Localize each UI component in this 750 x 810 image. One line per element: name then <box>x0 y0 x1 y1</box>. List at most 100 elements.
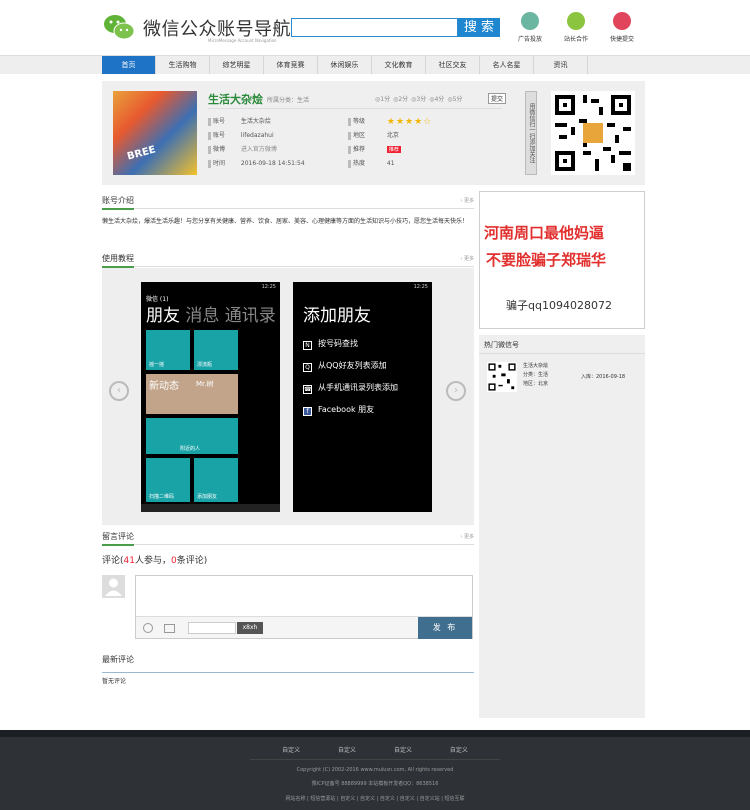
rating-option-3[interactable]: ◎3分 <box>411 94 426 103</box>
footer-link-1[interactable]: 自定义 <box>282 747 300 754</box>
hot-account-category: 分类：生活 <box>523 372 549 378</box>
rating-option-4[interactable]: ◎4分 <box>429 94 444 103</box>
next-arrow-icon[interactable]: › <box>446 381 466 401</box>
footer-link-3[interactable]: 自定义 <box>394 747 412 754</box>
tile-shake: 摇一摇 <box>146 330 190 370</box>
hot-accounts-panel: 热门微信号 生活大杂烩 分类：生活 地区：北京 入库：2016-09-18 <box>479 335 645 718</box>
tile-bottle: 漂流瓶 <box>194 330 238 370</box>
hot-divider <box>479 353 645 354</box>
option-facebook: f Facebook 朋友 <box>303 404 374 416</box>
header: 微信公众账号导航 MicroMessage Account Navigation… <box>0 0 750 55</box>
wechat-id-row: 账号 lifedazahui <box>208 130 274 140</box>
tutorial-header: 使用教程 › 更多 <box>102 253 474 268</box>
phone-screenshot-add-friend: 12:25 添加朋友 N 按号码查找 Q 从QQ好友列表添加 ☎ 从手机通讯录列表添加… <box>293 282 432 512</box>
search-button[interactable]: 搜 索 <box>458 18 500 37</box>
ad-placement-link[interactable]: 广告投放 <box>510 12 550 43</box>
phone1-status-time: 12:25 <box>261 284 276 290</box>
publish-button[interactable]: 发 布 <box>418 617 472 639</box>
rating-option-2[interactable]: ◎2分 <box>393 94 408 103</box>
ad-banner[interactable]: 河南周口最他妈逼 不要脸骗子郑瑞华 骗子qq1094028072 <box>479 191 645 329</box>
nav-item-variety-stars[interactable]: 综艺明星 <box>210 56 264 74</box>
nav-item-sports[interactable]: 体育竞赛 <box>264 56 318 74</box>
rate-submit-button[interactable]: 提交 <box>488 93 507 104</box>
nav-item-celebrities[interactable]: 名人名星 <box>480 56 534 74</box>
participant-count: 41 <box>123 556 135 566</box>
weibo-label: 微博 <box>213 146 226 153</box>
intro-title: 账号介绍 <box>102 195 134 210</box>
avatar-text: BREE <box>126 144 157 163</box>
footer-icp: 豫ICP证备号 88889999 本站模板开发者QQ：8638516 <box>311 781 439 787</box>
region-value: 北京 <box>386 132 399 139</box>
captcha-input[interactable] <box>188 622 236 634</box>
footer-link-4[interactable]: 自定义 <box>450 747 468 754</box>
region-label: 地区 <box>353 132 366 139</box>
weibo-link[interactable]: 进入官方微博 <box>241 146 277 153</box>
ad-line-2: 不要脸骗子郑瑞华 <box>486 251 607 269</box>
nav-item-news[interactable]: 资讯 <box>534 56 588 74</box>
phone-screenshot-friends: 12:25 微信 (1) 朋友 消息 通讯录 摇一摇 漂流瓶 新动态 Mr.树 … <box>141 282 280 512</box>
footer-bottom-links[interactable]: 网站名称 | 短信营源站 | 自定义 | 自定义 | 自定义 | 自定义 | 自… <box>0 795 750 802</box>
comment-toolbar: x8xh 发 布 <box>136 616 472 639</box>
emoji-icon[interactable] <box>143 623 153 633</box>
prev-arrow-icon[interactable]: ‹ <box>109 381 129 401</box>
account-label: 账号 <box>213 118 226 125</box>
page: 微信公众账号导航 MicroMessage Account Navigation… <box>0 0 750 810</box>
level-stars: ★★★★☆ <box>386 116 433 127</box>
webmaster-coop-link[interactable]: 站长合作 <box>556 12 596 43</box>
tile-moments: 新动态 Mr.树 <box>146 374 238 414</box>
phone1-pivot: 朋友 消息 通讯录 <box>146 306 276 326</box>
wechat-logo-icon[interactable] <box>103 12 135 42</box>
time-label: 时间 <box>213 160 226 167</box>
nav-item-culture-education[interactable]: 文化教育 <box>372 56 426 74</box>
rating-option-1[interactable]: ◎1分 <box>375 94 390 103</box>
account-category: 所属分类：生活 <box>267 97 310 104</box>
time-value: 2016-09-18 14:51:54 <box>240 160 305 167</box>
comment-textarea[interactable] <box>136 576 472 617</box>
footer-copyright: Copyright (C) 2002-2016 www.mulusn.com, … <box>296 767 454 773</box>
hot-account-name[interactable]: 生活大杂烩 <box>523 362 548 371</box>
webmaster-coop-label: 站长合作 <box>563 36 588 43</box>
image-icon[interactable] <box>164 624 175 633</box>
hot-account-region: 地区：北京 <box>523 381 549 387</box>
search-input[interactable] <box>291 18 458 37</box>
tutorial-more-link[interactable]: › 更多 <box>460 255 474 262</box>
ad-line-3: 骗子qq1094028072 <box>506 299 612 312</box>
account-value: 生活大杂烩 <box>240 118 271 125</box>
nav-item-life-shopping[interactable]: 生活购物 <box>156 56 210 74</box>
comments-title: 留言评论 <box>102 531 134 546</box>
intro-text: 懒生活大杂烩，爆活生活乐趣！与您分享有关健康、营养、饮食、居家、美容、心理健康等… <box>102 218 469 225</box>
hot-account-qr[interactable] <box>487 362 517 392</box>
time-row: 时间 2016-09-18 14:51:54 <box>208 158 305 168</box>
wechat-id-value: lifedazahui <box>240 132 274 139</box>
intro-more-link[interactable]: › 更多 <box>460 197 474 204</box>
option-find-by-number: N 按号码查找 <box>303 338 358 350</box>
qr-code <box>551 91 635 175</box>
ad-line-1: 河南周口最他妈逼 <box>484 224 605 242</box>
recommend-label: 推荐 <box>353 146 366 153</box>
recommend-row: 推荐 推荐 <box>348 144 401 154</box>
account-profile: BREE 生活大杂烩 所属分类：生活 ◎1分 ◎2分 ◎3分 ◎4分 ◎5分 提… <box>102 81 645 185</box>
captcha-image[interactable]: x8xh <box>237 622 263 634</box>
nav-item-community[interactable]: 社区交友 <box>426 56 480 74</box>
hot-account-info: 生活大杂烩 分类：生活 地区：北京 <box>523 362 548 389</box>
nav-item-leisure[interactable]: 休闲娱乐 <box>318 56 372 74</box>
comments-more-link[interactable]: › 更多 <box>460 533 474 540</box>
phone2-status-time: 12:25 <box>413 284 428 290</box>
footer-link-2[interactable]: 自定义 <box>338 747 356 754</box>
tutorial-slider: ‹ › 12:25 微信 (1) 朋友 消息 通讯录 摇一摇 漂流瓶 新动态 M… <box>102 268 474 525</box>
latest-divider <box>102 672 474 673</box>
footer: 自定义 自定义 自定义 自定义 Copyright (C) 2002-2016 … <box>0 730 750 810</box>
no-comments-text: 暂无评论 <box>102 678 127 685</box>
region-row: 地区 北京 <box>348 130 399 140</box>
tutorial-title: 使用教程 <box>102 253 134 268</box>
infinity-icon <box>567 12 585 30</box>
option-from-qq: Q 从QQ好友列表添加 <box>303 360 387 372</box>
globe-icon <box>521 12 539 30</box>
comment-editor[interactable]: x8xh 发 布 <box>135 575 473 639</box>
weibo-row: 微博 进入官方微博 <box>208 144 277 154</box>
quick-submit-link[interactable]: 快捷提交 <box>602 12 642 43</box>
rating-option-5[interactable]: ◎5分 <box>447 94 462 103</box>
intro-header: 账号介绍 › 更多 <box>102 195 474 210</box>
nav-item-home[interactable]: 首页 <box>102 56 156 74</box>
account-row: 账号 生活大杂烩 <box>208 116 271 126</box>
